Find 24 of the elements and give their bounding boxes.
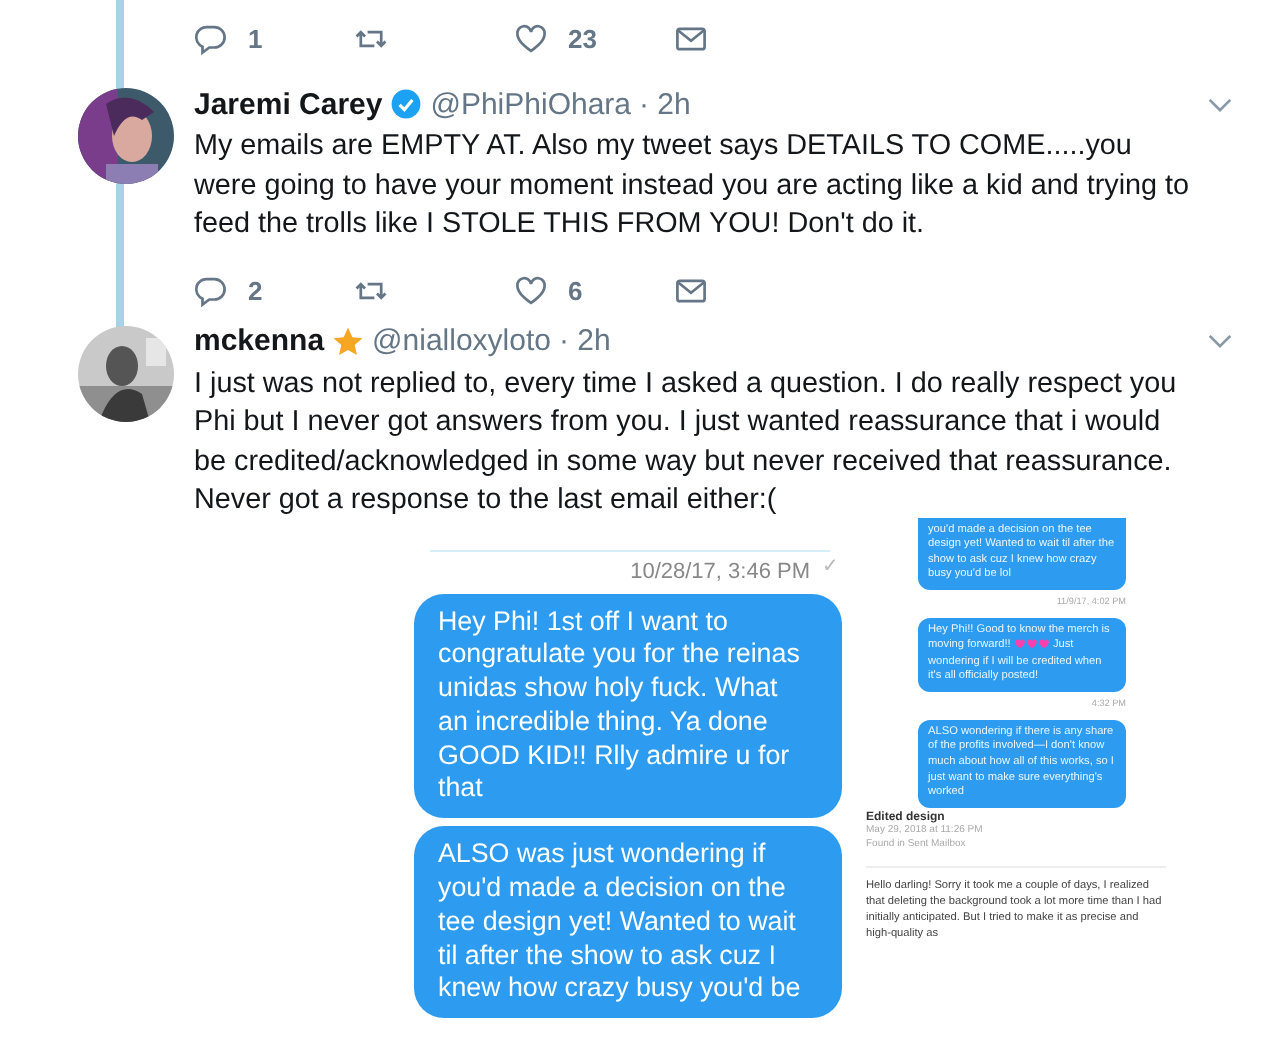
chevron-down-icon[interactable] — [1208, 95, 1232, 113]
message-bubble: ALSO was just wondering if you'd made a decision on the tee design yet! Wanted to wait til after the show to ask cuz I knew how crazy busy you'd be — [414, 826, 842, 1019]
reply-icon[interactable] — [194, 274, 228, 308]
mail-icon[interactable] — [674, 21, 708, 55]
message-timestamp: 10/28/17, 3:46 PM — [630, 559, 810, 583]
reply-count: 2 — [248, 276, 263, 306]
reply-count: 1 — [248, 23, 263, 53]
like-count: 6 — [568, 276, 583, 306]
like-count: 23 — [568, 23, 597, 53]
chevron-down-icon[interactable] — [1208, 332, 1232, 350]
mail-icon[interactable] — [674, 274, 708, 308]
user-name[interactable]: Jaremi Carey — [194, 87, 383, 121]
user-name[interactable]: mckenna — [194, 324, 325, 358]
tweet-text: My emails are EMPTY AT. Also my tweet says DETAILS TO COME.....you were going to have your moment instead you are acting like a kid and trying to feed the trolls like I STOLE THIS FROM YOU! Don't do it. — [194, 128, 1192, 244]
tweet-text: I just was not replied to, every time I asked a question. I do really respect you Phi but I never got answers from you. I just wanted reassurance that i would be credited/acknowledged in some way but never received that reassurance. Never got a response to the last email either:( — [194, 365, 1179, 520]
reply-icon[interactable] — [194, 21, 228, 55]
heart-icon[interactable] — [514, 274, 548, 308]
user-handle[interactable]: @PhiPhiOhara — [430, 87, 632, 121]
delivered-tick: ✓ — [822, 553, 838, 577]
message-bubble: Hey Phi! 1st off I want to congratulate you for the reinas unidas show holy fuck. What an incredible thing. Ya done GOOD KID!! Rlly admire u for that — [414, 593, 842, 819]
user-handle[interactable]: @nialloxyloto — [372, 324, 551, 358]
tweet-time: · 2h — [558, 324, 611, 358]
tweet-time: · 2h — [639, 87, 691, 121]
heart-icon[interactable] — [514, 21, 548, 55]
